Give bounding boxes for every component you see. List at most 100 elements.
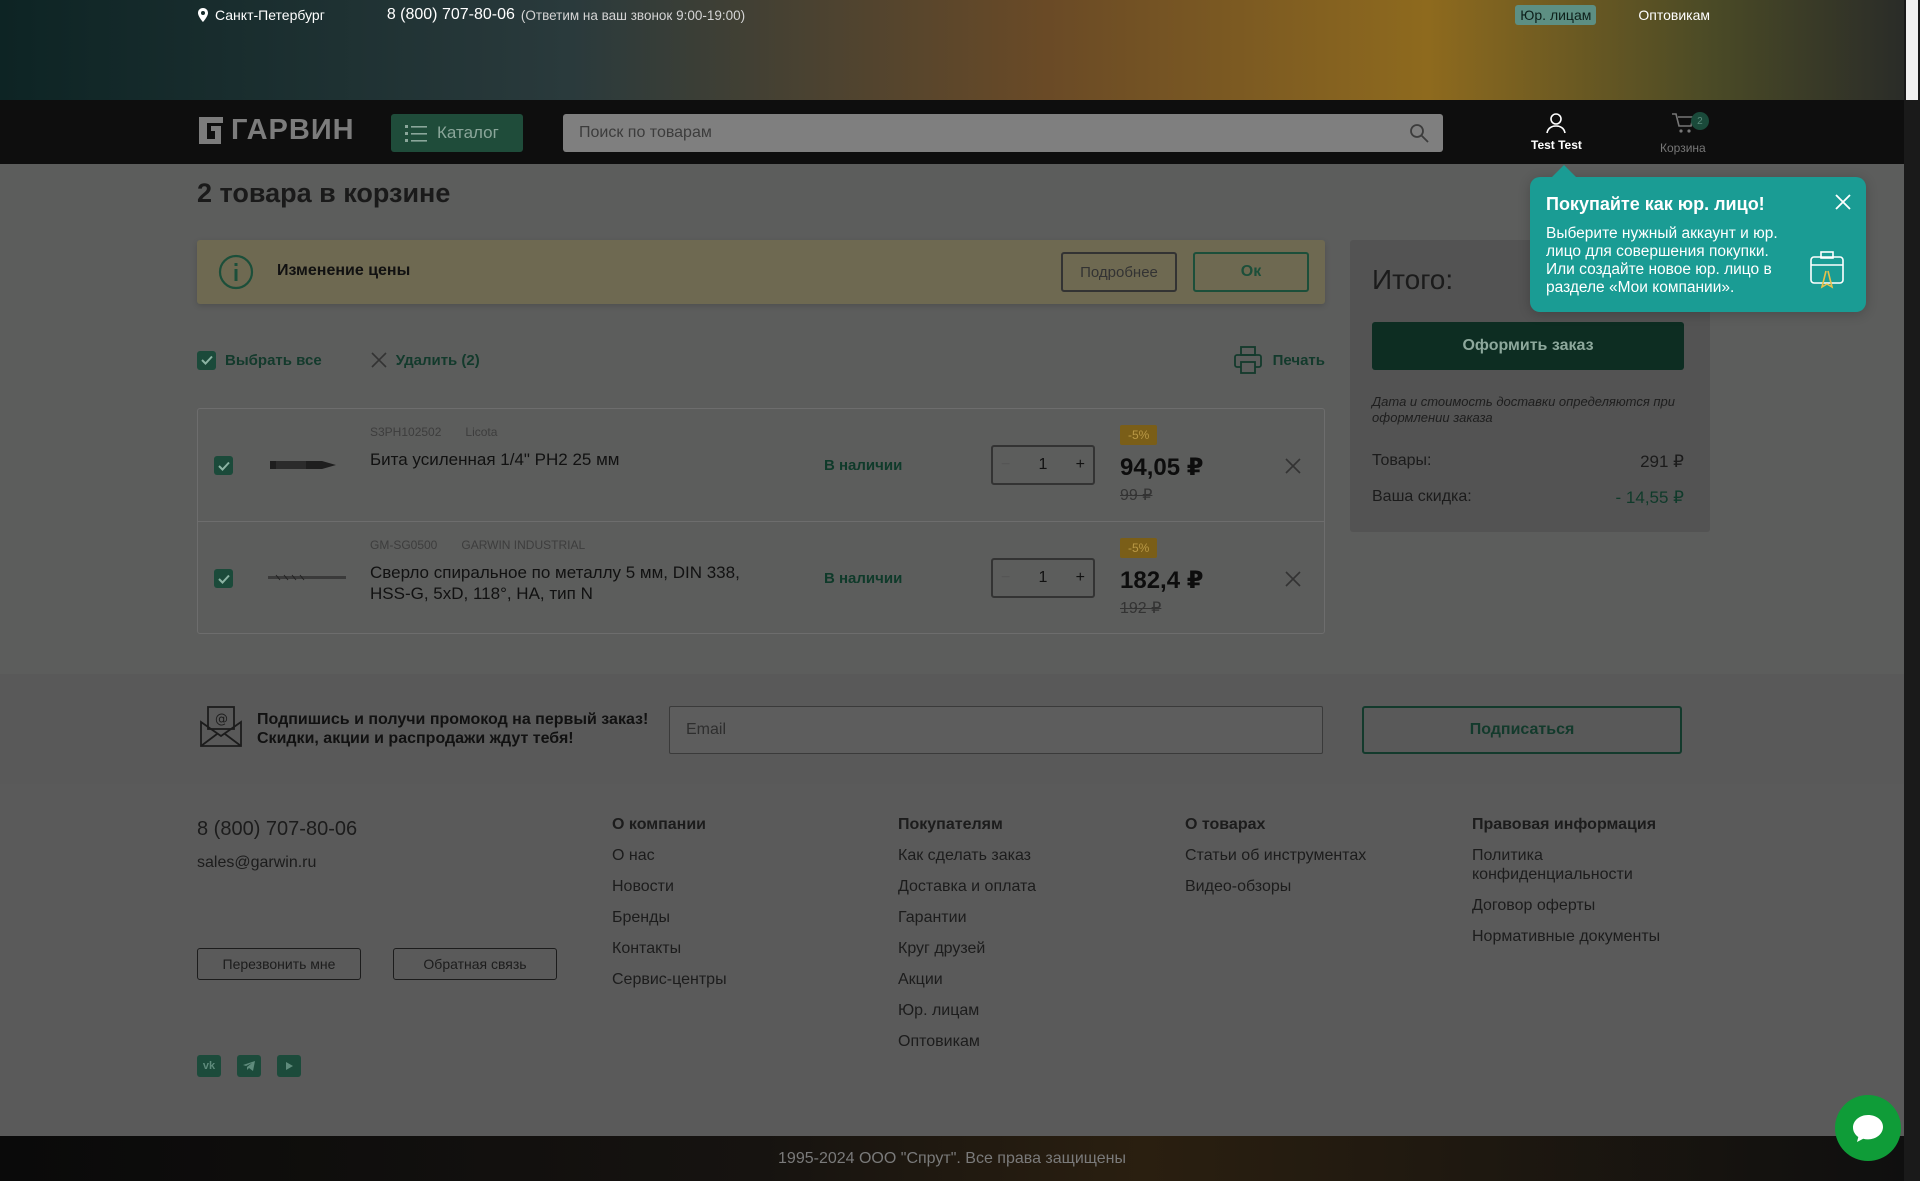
info-icon [218,254,254,290]
email-field[interactable]: Email [669,706,1323,754]
footer-phone[interactable]: 8 (800) 707-80-06 [197,818,357,841]
close-icon[interactable] [1834,193,1852,211]
goods-total-row: Товары: 291 ₽ [1372,452,1684,472]
product-image-bit[interactable] [266,447,348,483]
close-icon [371,352,387,368]
chat-widget-button[interactable] [1835,1095,1901,1161]
print-button[interactable]: Печать [1233,345,1325,375]
site-logo[interactable]: ГАРВИН [197,114,355,147]
item-brand: Licota [465,425,498,439]
youtube-icon[interactable] [277,1055,301,1077]
quantity-value[interactable]: 1 [1039,456,1048,474]
cart-button[interactable]: 2 Корзина [1660,112,1709,155]
mail-envelope-icon: @ [200,706,242,747]
quantity-stepper[interactable]: − 1 + [991,445,1095,485]
remove-item-icon[interactable] [1284,457,1302,475]
top-link-wholesale[interactable]: Оптовикам [1638,7,1710,23]
item-meta: GM-SG0500 GARWIN INDUSTRIAL [370,538,585,552]
subscribe-section: @ Подпишись и получи промокод на первый … [0,674,1904,784]
item-name-link[interactable]: Бита усиленная 1/4" PH2 25 мм [370,449,750,470]
footer-link[interactable]: Бренды [612,908,727,927]
search-input[interactable]: Поиск по товарам [563,114,1443,152]
tooltip-text: Выберите нужный аккаунт и юр. лицо для с… [1546,225,1778,296]
printer-icon [1233,346,1262,374]
subscribe-line-1: Подпишись и получи промокод на первый за… [257,711,649,728]
user-name: Test Test [1531,138,1582,152]
search-placeholder: Поиск по товарам [579,124,712,141]
footer-link[interactable]: Как сделать заказ [898,846,1036,865]
footer: 8 (800) 707-80-06 sales@garwin.ru Перезв… [0,784,1904,1136]
footer-link[interactable]: Контакты [612,939,727,958]
quantity-minus-button[interactable]: − [1001,569,1010,587]
footer-link[interactable]: Юр. лицам [898,1001,1036,1020]
price-change-notice: Изменение цены Подробнее Ок [197,240,1325,304]
product-image-drill[interactable] [266,560,348,596]
remove-item-icon[interactable] [1284,570,1302,588]
subscribe-button[interactable]: Подписаться [1362,706,1682,754]
discount-value: - 14,55 ₽ [1615,488,1684,507]
top-phone-link[interactable]: 8 (800) 707-80-06 [387,6,515,24]
phone-hours-note: (Ответим на ваш звонок 9:00-19:00) [520,7,746,23]
footer-link[interactable]: Новости [612,877,727,896]
item-brand: GARWIN INDUSTRIAL [461,538,586,552]
city-selector[interactable]: Санкт-Петербург [197,7,325,23]
footer-link[interactable]: Нормативные документы [1472,927,1702,946]
footer-link[interactable]: Доставка и оплата [898,877,1036,896]
footer-column-title: О товарах [1185,816,1266,833]
footer-column-buyers: Покупателям Как сделать заказ Доставка и… [898,816,1036,1063]
page-scrollbar-track[interactable] [1904,0,1920,1181]
item-sku: S3PH102502 [370,425,442,439]
quantity-value[interactable]: 1 [1039,569,1048,587]
delete-selected-button[interactable]: Удалить (2) [370,351,480,369]
search-icon[interactable] [1409,123,1429,143]
footer-link[interactable]: Договор оферты [1472,896,1702,915]
item-price: 182,4 ₽ [1120,567,1204,594]
feedback-button[interactable]: Обратная связь [393,948,557,980]
print-label: Печать [1272,351,1325,369]
cart-actions-row: Выбрать все Удалить (2) Печать [197,345,1325,375]
select-all-checkbox[interactable]: Выбрать все [197,350,322,370]
cart-count-badge: 2 [1690,112,1709,130]
footer-column-products: О товарах Статьи об инструментах Видео-о… [1185,816,1366,908]
goods-label: Товары: [1372,452,1432,469]
vk-icon[interactable]: vk [197,1055,221,1077]
quantity-plus-button[interactable]: + [1076,569,1085,587]
item-stock-status: В наличии [824,457,903,474]
user-account-button[interactable]: Test Test [1531,112,1582,152]
notice-more-button[interactable]: Подробнее [1061,252,1177,292]
logo-mark-icon [199,116,223,144]
notice-ok-button[interactable]: Ок [1193,252,1309,292]
footer-link[interactable]: Оптовикам [898,1032,1036,1051]
discount-badge: -5% [1120,425,1158,445]
page-scrollbar-thumb[interactable] [1906,0,1918,100]
telegram-icon[interactable] [237,1055,261,1077]
footer-link[interactable]: О нас [612,846,727,865]
footer-link[interactable]: Сервис-центры [612,970,727,989]
footer-link[interactable]: Гарантии [898,908,1036,927]
footer-link[interactable]: Политика конфиденциальности [1472,846,1702,884]
footer-link[interactable]: Видео-обзоры [1185,877,1366,896]
discount-badge: -5% [1120,538,1158,558]
item-checkbox[interactable] [214,456,233,475]
item-stock-status: В наличии [824,570,903,587]
footer-email[interactable]: sales@garwin.ru [197,854,316,872]
checkout-button[interactable]: Оформить заказ [1372,322,1684,370]
item-name-link[interactable]: Сверло спиральное по металлу 5 мм, DIN 3… [370,562,750,604]
tooltip-title: Покупайте как юр. лицо! [1546,194,1765,214]
footer-link[interactable]: Статьи об инструментах [1185,846,1366,865]
quantity-minus-button[interactable]: − [1001,456,1010,474]
quantity-plus-button[interactable]: + [1076,456,1085,474]
item-checkbox[interactable] [214,569,233,588]
item-meta: S3PH102502 Licota [370,425,497,439]
footer-link[interactable]: Круг друзей [898,939,1036,958]
footer-link[interactable]: Акции [898,970,1036,989]
logo-text: ГАРВИН [231,114,355,146]
top-link-legal-entities[interactable]: Юр. лицам [1515,5,1597,25]
callback-button[interactable]: Перезвонить мне [197,948,361,980]
location-pin-icon [198,8,208,22]
catalog-button[interactable]: Каталог [391,114,523,152]
briefcase-badge-icon [1810,251,1844,289]
footer-column-title: Покупателям [898,816,1003,833]
quantity-stepper[interactable]: − 1 + [991,558,1095,598]
page-title: 2 товара в корзине [197,178,451,208]
